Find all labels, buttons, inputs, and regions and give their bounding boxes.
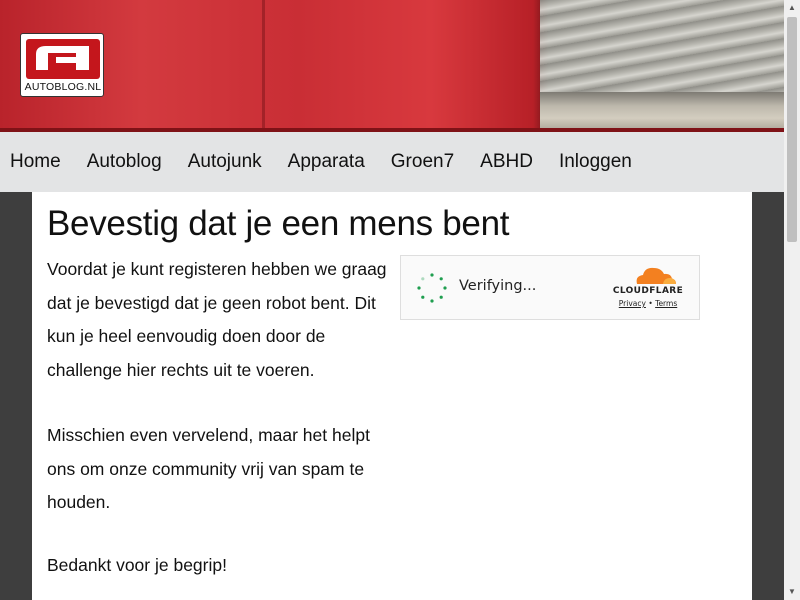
spam-paragraph: Misschien even vervelend, maar het helpt…: [47, 425, 370, 512]
banner-road-band: [540, 92, 784, 132]
nav-item-autojunk[interactable]: Autojunk: [188, 132, 262, 192]
terms-link[interactable]: Terms: [655, 299, 677, 308]
link-separator: •: [648, 299, 653, 308]
site-logo[interactable]: AUTOBLOG.NL: [20, 33, 104, 97]
nav-item-inloggen[interactable]: Inloggen: [559, 132, 632, 192]
privacy-link[interactable]: Privacy: [619, 299, 646, 308]
logo-text: AUTOBLOG.NL: [24, 81, 102, 93]
header-banner: AUTOBLOG.NL: [0, 0, 784, 132]
vertical-scrollbar[interactable]: ▲ ▼: [784, 0, 800, 600]
scrollbar-thumb[interactable]: [787, 17, 797, 242]
verifying-status: Verifying...: [459, 278, 537, 294]
spinner-icon: [417, 273, 447, 303]
nav-item-abhd[interactable]: ABHD: [480, 132, 533, 192]
main-content: Bevestig dat je een mens bent Voordat je…: [32, 192, 752, 600]
nav-item-groen7[interactable]: Groen7: [391, 132, 454, 192]
thanks-paragraph: Bedankt voor je begrip!: [47, 555, 227, 575]
page-title: Bevestig dat je een mens bent: [47, 204, 510, 243]
cloudflare-links: Privacy • Terms: [609, 299, 687, 308]
banner-seam: [262, 0, 265, 132]
cloudflare-challenge-widget[interactable]: Verifying... CLOUDFLARE Privacy • Terms: [400, 255, 700, 320]
intro-paragraph: Voordat je kunt registeren hebben we gra…: [47, 259, 387, 380]
main-nav: Home Autoblog Autojunk Apparata Groen7 A…: [0, 132, 784, 192]
cloudflare-cloud-icon: [636, 267, 676, 284]
autoblog-logo-icon: [26, 39, 100, 79]
cloudflare-wordmark: CLOUDFLARE: [612, 286, 684, 296]
nav-item-autoblog[interactable]: Autoblog: [87, 132, 162, 192]
nav-item-apparata[interactable]: Apparata: [288, 132, 365, 192]
scroll-down-arrow-icon[interactable]: ▼: [784, 584, 800, 600]
nav-item-home[interactable]: Home: [10, 132, 61, 192]
cloudflare-brand: CLOUDFLARE Privacy • Terms: [609, 264, 687, 314]
scroll-up-arrow-icon[interactable]: ▲: [784, 0, 800, 16]
